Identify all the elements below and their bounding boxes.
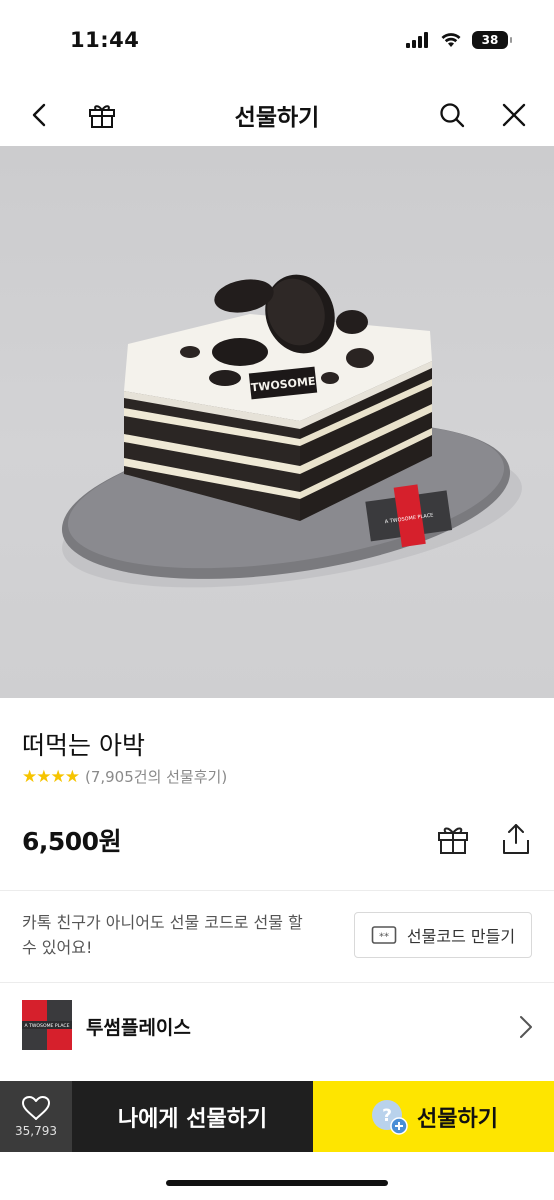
like-button[interactable]: 35,793 <box>0 1081 72 1152</box>
divider <box>0 890 554 891</box>
like-count: 35,793 <box>15 1124 57 1138</box>
send-gift-button[interactable]: ? 선물하기 <box>313 1081 554 1152</box>
rating-stars: ★★★★ <box>22 766 80 787</box>
brand-row[interactable]: A TWOSOME PLACE 투썸플레이스 <box>0 984 554 1070</box>
wifi-icon <box>441 33 461 47</box>
brand-name: 투썸플레이스 <box>86 1017 191 1039</box>
gift-to-me-label: 나에게 선물하기 <box>117 1106 268 1132</box>
divider <box>0 982 554 983</box>
product-price: 6,500원 <box>22 827 122 856</box>
battery-indicator: 38 <box>472 31 512 49</box>
create-gift-code-button[interactable]: ** 선물코드 만들기 <box>354 912 532 958</box>
search-icon <box>440 103 465 128</box>
close-button[interactable] <box>492 93 536 137</box>
brand-chevron <box>518 1014 534 1044</box>
signal-icon <box>406 32 428 48</box>
chevron-right-icon <box>520 1016 532 1038</box>
cake-illustration: A TWOSOME PLACE TWOSOME <box>61 274 522 588</box>
top-navigation: 선물하기 <box>0 84 554 146</box>
brand-logo: A TWOSOME PLACE <box>22 1000 72 1050</box>
create-gift-code-label: 선물코드 만들기 <box>406 927 516 946</box>
search-button[interactable] <box>430 93 474 137</box>
product-image[interactable]: A TWOSOME PLACE TWOSOME <box>0 146 554 698</box>
svg-text:**: ** <box>379 932 389 943</box>
svg-text:?: ? <box>382 1106 392 1126</box>
home-indicator[interactable] <box>166 1180 388 1186</box>
status-bar: 11:44 38 <box>0 0 554 84</box>
send-gift-label: 선물하기 <box>417 1106 498 1132</box>
close-icon <box>502 103 526 127</box>
gift-wrap-button[interactable] <box>433 819 473 859</box>
share-icon <box>503 824 529 854</box>
status-time: 11:44 <box>70 28 140 52</box>
ticket-icon: ** <box>371 926 397 944</box>
product-name: 떠먹는 아박 <box>22 731 145 760</box>
gift-icon <box>438 827 468 854</box>
share-button[interactable] <box>496 819 536 859</box>
status-icons: 38 <box>406 31 512 49</box>
heart-icon <box>22 1096 50 1120</box>
review-count: (7,905건의 선물후기) <box>84 768 228 786</box>
rating-row[interactable]: ★★★★ (7,905건의 선물후기) <box>22 766 227 787</box>
brand-logo-text: A TWOSOME PLACE <box>24 1023 69 1029</box>
bottom-action-bar: 35,793 나에게 선물하기 ? 선물하기 <box>0 1081 554 1152</box>
gift-to-me-button[interactable]: 나에게 선물하기 <box>72 1081 313 1152</box>
home-indicator-area <box>0 1152 554 1200</box>
gift-code-description: 카톡 친구가 아니어도 선물 코드로 선물 할 수 있어요! <box>22 913 303 957</box>
gift-recipient-icon: ? <box>369 1097 409 1137</box>
